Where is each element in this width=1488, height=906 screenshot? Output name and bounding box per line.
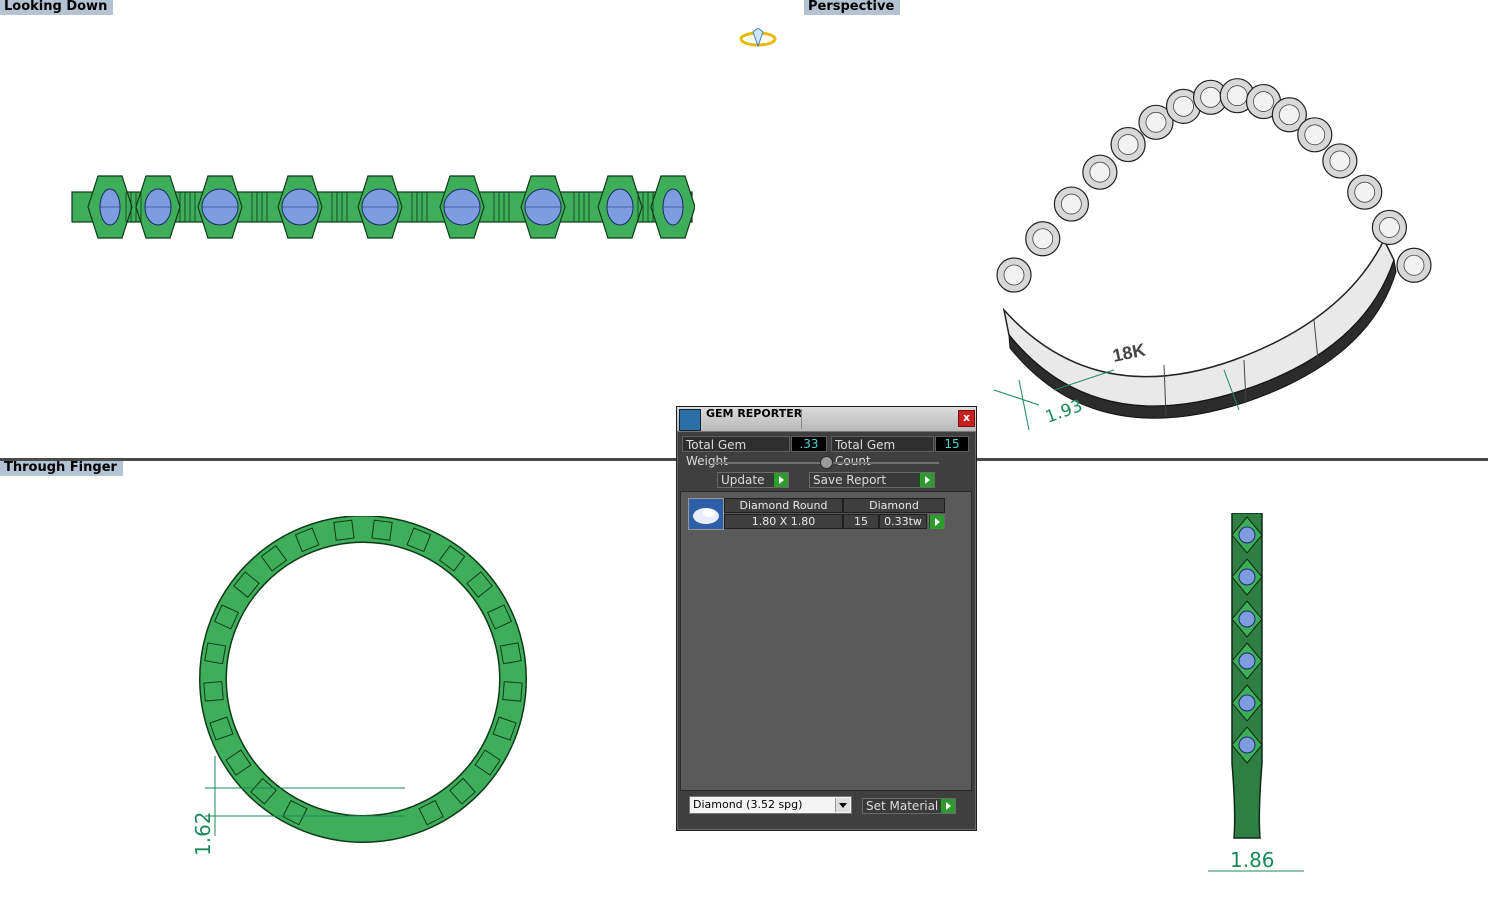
total-gem-count-value: 15 xyxy=(935,436,969,452)
panel-title: GEM REPORTER xyxy=(706,407,803,420)
close-button[interactable]: x xyxy=(958,410,975,427)
chevron-down-icon[interactable] xyxy=(835,798,850,812)
splitter-knob[interactable] xyxy=(820,456,833,469)
viewport-perspective[interactable]: Perspective 18K 1.93 xyxy=(804,0,1488,458)
set-material-button[interactable]: Set Material xyxy=(862,798,956,814)
gem-list[interactable]: Diamond Round Diamond 1.80 X 1.80 15 0.3… xyxy=(680,491,972,791)
gem-count-cell: 15 xyxy=(843,514,879,529)
gem-thumbnail[interactable] xyxy=(688,498,724,530)
play-arrow-icon xyxy=(940,799,955,813)
total-gem-weight-value: .33 xyxy=(791,436,827,452)
total-gem-weight-label: Total Gem Weight xyxy=(682,436,790,468)
svg-text:1.93: 1.93 xyxy=(1043,396,1085,428)
ring-perspective-view: 18K xyxy=(993,78,1432,431)
save-report-button[interactable]: Save Report xyxy=(809,472,935,488)
total-gem-count-label: Total Gem Count xyxy=(831,436,934,468)
gem-reporter-app-icon xyxy=(679,409,701,431)
viewport-label: Through Finger xyxy=(0,461,123,476)
ring-side-view xyxy=(1231,513,1263,839)
viewport-label: Perspective xyxy=(804,0,901,15)
gem-material-cell: Diamond xyxy=(843,498,945,513)
svg-text:18K: 18K xyxy=(1111,339,1147,365)
update-button[interactable]: Update xyxy=(717,472,789,488)
ring-front-view xyxy=(199,516,527,843)
gem-weight-cell: 0.33tw xyxy=(879,514,927,529)
play-arrow-icon xyxy=(773,473,788,487)
play-arrow-icon xyxy=(919,473,934,487)
viewport-label: Looking Down xyxy=(0,0,114,15)
ring-top-view xyxy=(71,175,695,239)
gem-size-cell: 1.80 X 1.80 xyxy=(724,514,843,529)
ring-preview-icon[interactable] xyxy=(738,28,780,52)
gem-reporter-panel: GEM REPORTER x Total Gem Weight .33 Tota… xyxy=(676,406,977,831)
gem-row-go-button[interactable] xyxy=(928,514,945,529)
svg-text:1.62: 1.62 xyxy=(191,811,215,856)
panel-title-bar[interactable]: GEM REPORTER x xyxy=(677,407,976,432)
svg-text:1.86: 1.86 xyxy=(1230,848,1275,872)
play-arrow-icon xyxy=(929,515,944,529)
viewport-looking-down[interactable]: Looking Down xyxy=(0,0,800,458)
material-select[interactable]: Diamond (3.52 spg) xyxy=(689,796,852,814)
gem-shape-cell: Diamond Round xyxy=(724,498,843,513)
